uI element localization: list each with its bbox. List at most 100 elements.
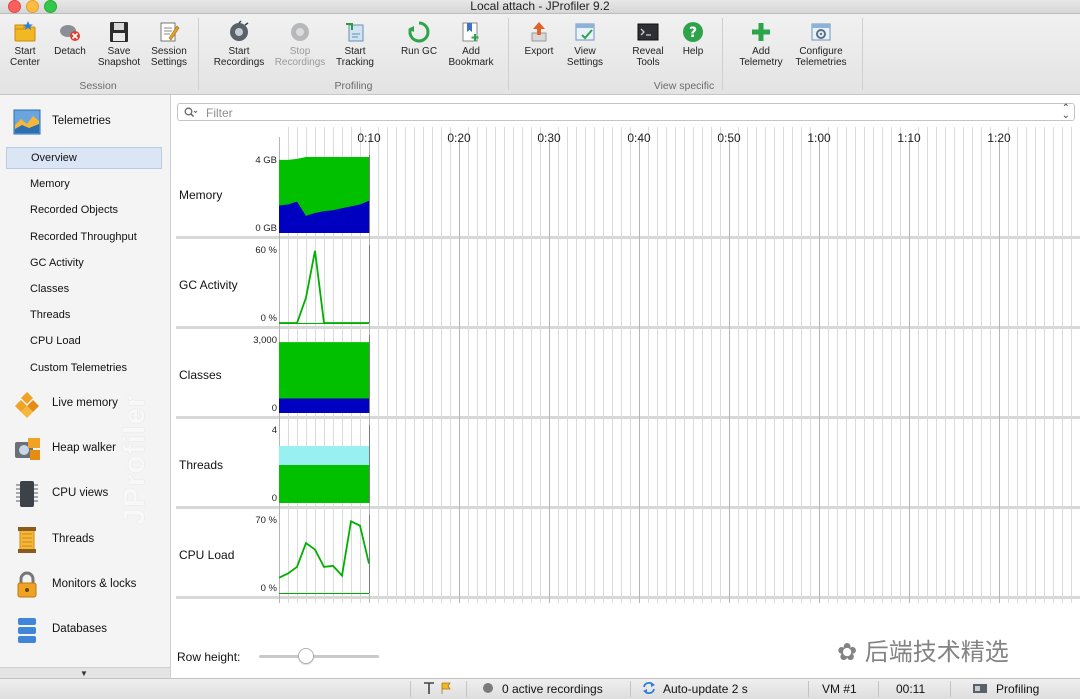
run-gc-button[interactable]: Run GC xyxy=(390,20,448,57)
export-icon xyxy=(531,22,547,42)
telemetry-timeline[interactable]: 0:10 0:20 0:30 0:40 0:50 1:00 1:10 1:20 xyxy=(279,127,1080,603)
axis-min-label: 0 % xyxy=(260,313,277,324)
recycle-icon xyxy=(408,21,430,43)
sidebar-item-memory[interactable]: Memory xyxy=(6,173,162,195)
toolbar-group-telemetry: Add Telemetry Configure Telemetries xyxy=(724,14,862,94)
cpu-views-icon xyxy=(16,481,38,508)
row-height-slider-knob[interactable] xyxy=(297,648,314,664)
time-tick-label: 1:10 xyxy=(897,131,921,145)
filter-spinner-icon[interactable]: ⌃ ⌄ xyxy=(1062,104,1070,121)
title-bar: Local attach - JProfiler 9.2 xyxy=(0,0,1080,14)
bookmark-icon xyxy=(462,22,479,42)
toolbar-group-profiling: Start Recordings Stop Recordings Start T… xyxy=(200,14,507,94)
sidebar-section-label: Threads xyxy=(52,532,95,545)
status-separator xyxy=(878,681,879,697)
terminal-icon xyxy=(637,23,659,41)
elapsed-time-status: 00:11 xyxy=(896,682,926,696)
row-label-classes: Classes xyxy=(179,368,222,382)
axis-max-label: 60 % xyxy=(255,245,277,256)
toolbar-separator xyxy=(862,18,863,90)
sidebar-section-label: Databases xyxy=(52,623,107,635)
active-recordings-status: 0 active recordings xyxy=(502,682,603,696)
sidebar-section-monitors-locks[interactable]: Monitors & locks xyxy=(10,568,170,602)
row-height-label: Row height: xyxy=(177,650,241,664)
axis-min-label: 0 xyxy=(271,403,277,414)
vm-status: VM #1 xyxy=(822,682,857,696)
time-tick-label: 1:20 xyxy=(987,131,1011,145)
sidebar-section-label: Monitors & locks xyxy=(52,577,137,590)
filter-input[interactable] xyxy=(204,105,1048,121)
start-tracking-button[interactable]: Start Tracking xyxy=(326,20,384,68)
filter-box[interactable]: ⌃⌄ xyxy=(177,103,1075,121)
threads-icon xyxy=(18,526,36,553)
jprofiler-watermark: JProfiler xyxy=(118,394,151,525)
row-height-slider-track[interactable] xyxy=(259,655,379,658)
auto-update-status[interactable]: Auto-update 2 s xyxy=(663,681,748,697)
sidebar-section-databases[interactable]: Databases xyxy=(10,613,170,647)
recording-status-icon xyxy=(482,681,494,697)
add-bookmark-button[interactable]: Add Bookmark xyxy=(442,20,500,68)
toolbar-group-session: Start Center Detach Save Snapshot Sessio… xyxy=(0,14,196,94)
wechat-icon: ✿ xyxy=(837,638,858,666)
view-selector-sidebar: Telemetries Overview Memory Recorded Objec… xyxy=(0,95,171,678)
svg-text:?: ? xyxy=(689,25,697,41)
axis-min-label: 0 GB xyxy=(255,223,277,234)
axis-max-label: 70 % xyxy=(255,515,277,526)
sidebar-scroll-down[interactable]: ▼ xyxy=(0,667,170,678)
telemetry-chart-classes xyxy=(279,335,370,413)
sidebar-section-threads[interactable]: Threads xyxy=(10,523,170,557)
main-toolbar: Start Center Detach Save Snapshot Sessio… xyxy=(0,14,1080,95)
profiling-mode-icon xyxy=(972,681,988,697)
tracking-icon xyxy=(346,23,364,42)
help-button[interactable]: ? Help xyxy=(664,20,722,57)
view-settings-button[interactable]: View Settings xyxy=(556,20,614,68)
sidebar-section-telemetries[interactable]: Telemetries xyxy=(10,105,170,139)
sidebar-section-label: Live memory xyxy=(52,397,118,409)
sidebar-item-gc-activity[interactable]: GC Activity xyxy=(6,252,162,274)
status-separator xyxy=(808,681,809,697)
time-tick-label: 0:40 xyxy=(627,131,651,145)
sidebar-item-custom-telemetries[interactable]: Custom Telemetries xyxy=(6,357,162,379)
sidebar-item-classes[interactable]: Classes xyxy=(6,278,162,300)
status-separator xyxy=(950,681,951,697)
monitors-locks-icon xyxy=(17,571,37,598)
toolbar-separator xyxy=(508,18,509,90)
toolbar-separator xyxy=(722,18,723,90)
axis-min-label: 0 xyxy=(271,493,277,504)
telemetry-chart-memory xyxy=(279,155,370,233)
stop-recordings-icon xyxy=(291,23,309,41)
status-separator xyxy=(466,681,467,697)
row-label-gc-activity: GC Activity xyxy=(179,278,238,292)
configure-telemetries-button[interactable]: Configure Telemetries xyxy=(792,20,850,68)
live-memory-icon xyxy=(15,392,39,418)
databases-icon xyxy=(18,618,36,643)
recordings-icon xyxy=(230,20,249,41)
time-tick-label: 0:50 xyxy=(717,131,741,145)
session-settings-icon xyxy=(160,22,180,42)
stop-recordings-button[interactable]: Stop Recordings xyxy=(271,20,329,68)
sidebar-item-recorded-objects[interactable]: Recorded Objects xyxy=(6,199,162,221)
time-tick-label: 0:20 xyxy=(447,131,471,145)
time-tick-label: 0:30 xyxy=(537,131,561,145)
pin-flag-icons[interactable] xyxy=(422,681,454,697)
search-icon xyxy=(184,107,198,118)
detach-icon xyxy=(60,25,80,41)
sidebar-item-threads[interactable]: Threads xyxy=(6,304,162,326)
wechat-watermark-text: 后端技术精选 xyxy=(864,638,1009,666)
plus-icon xyxy=(752,23,770,41)
toolbar-separator xyxy=(198,18,199,90)
wechat-watermark: ✿ 后端技术精选 xyxy=(837,632,1009,667)
view-settings-icon xyxy=(575,23,595,41)
area-series-1 xyxy=(279,398,369,413)
sidebar-item-overview[interactable]: Overview xyxy=(6,147,162,169)
folder-star-icon xyxy=(14,21,36,42)
refresh-icon[interactable] xyxy=(642,681,656,697)
time-tick-label: 0:10 xyxy=(357,131,381,145)
start-recordings-button[interactable]: Start Recordings xyxy=(210,20,268,68)
add-telemetry-button[interactable]: Add Telemetry xyxy=(732,20,790,68)
sidebar-item-cpu-load[interactable]: CPU Load xyxy=(6,330,162,352)
session-settings-button[interactable]: Session Settings xyxy=(140,20,198,68)
sidebar-item-recorded-throughput[interactable]: Recorded Throughput xyxy=(6,226,162,248)
time-tick-label: 1:00 xyxy=(807,131,831,145)
row-label-memory: Memory xyxy=(179,188,223,202)
